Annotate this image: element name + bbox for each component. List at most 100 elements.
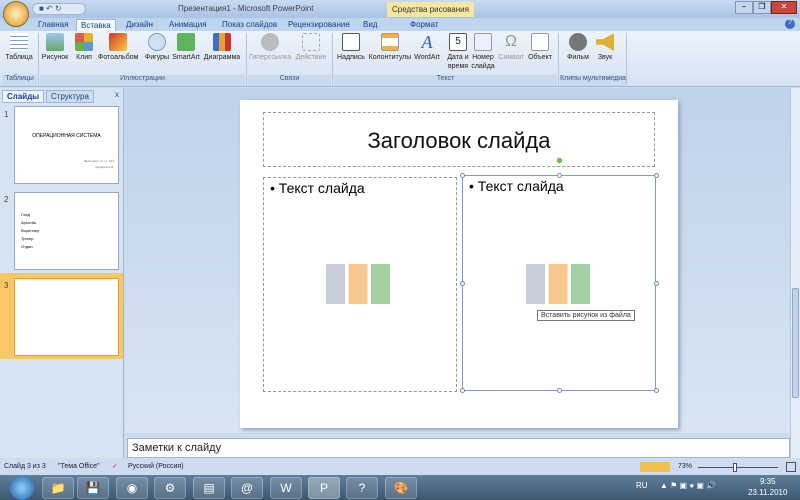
symbol-button[interactable]: Ω Символ [497, 33, 525, 62]
language[interactable]: Русский (Россия) [128, 463, 184, 470]
chrome-icon[interactable]: ◉ [116, 477, 148, 499]
clip-button[interactable]: Клип [73, 33, 95, 62]
close-panel-button[interactable]: x [115, 90, 119, 99]
zoom-slider-thumb[interactable] [733, 463, 737, 472]
chart-button[interactable]: Диаграмма [202, 33, 242, 62]
close-button[interactable]: ✕ [771, 1, 797, 14]
app-icon[interactable]: ⚙ [154, 477, 186, 499]
speaker-icon [596, 33, 614, 51]
mail-icon[interactable]: @ [231, 477, 263, 499]
label: WordArt [414, 54, 440, 61]
window-title: Презентация1 - Microsoft PowerPoint [178, 4, 314, 13]
object-button[interactable]: Объект [526, 33, 554, 62]
clock-date[interactable]: 23.11.2010 [748, 488, 787, 497]
language-indicator[interactable]: RU [636, 481, 648, 490]
office-button[interactable] [3, 1, 29, 27]
slide-thumbnail-1[interactable]: ОПЕРАЦИОННАЯ СИСТЕМА Выполнил: ст. гр. 1… [14, 106, 119, 184]
title-placeholder[interactable]: Заголовок слайда [263, 112, 655, 167]
powerpoint-icon[interactable]: P [308, 477, 340, 499]
tab-design[interactable]: Дизайн [122, 19, 157, 30]
left-text: • Текст слайда [270, 180, 365, 196]
theme-name: "Тема Office" [58, 463, 100, 470]
rotate-handle[interactable] [557, 158, 562, 163]
content-insert-icons[interactable] [526, 264, 590, 304]
scroll-thumb[interactable] [792, 288, 799, 398]
paint-icon[interactable]: 🎨 [385, 477, 417, 499]
table-button[interactable]: Таблица [4, 33, 34, 62]
fit-window-button[interactable] [786, 462, 796, 472]
date-time-button[interactable]: 5 Дата и время [445, 33, 471, 71]
header-footer-button[interactable]: Колонтитулы [368, 33, 412, 62]
bullet: Трогер [21, 236, 34, 241]
view-buttons[interactable] [640, 462, 670, 472]
vertical-scrollbar[interactable] [790, 88, 800, 458]
left-text-label: Текст слайда [278, 180, 365, 196]
zoom-slider[interactable] [698, 467, 778, 468]
status-bar: Слайд 3 из 3 "Тема Office" ✓ Русский (Ро… [0, 460, 800, 475]
minimize-button[interactable]: – [735, 1, 753, 14]
word-icon[interactable]: W [270, 477, 302, 499]
title-bar: ■ ↶ ↻ Презентация1 - Microsoft PowerPoin… [0, 0, 800, 27]
thumb-title: ОПЕРАЦИОННАЯ СИСТЕМА [32, 133, 101, 139]
thumb-subtitle: Выполнил: ст. гр. 107 [84, 159, 114, 163]
textbox-button[interactable]: Надпись [336, 33, 366, 62]
tab-animation[interactable]: Анимация [165, 19, 211, 30]
action-icon [302, 33, 320, 51]
label: Клип [76, 54, 92, 61]
picture-icon [46, 33, 64, 51]
wordart-button[interactable]: A WordArt [413, 33, 441, 62]
quick-access-toolbar[interactable]: ■ ↶ ↻ [32, 3, 86, 15]
maximize-button[interactable]: ❐ [753, 1, 771, 14]
tab-slideshow[interactable]: Показ слайдов [218, 19, 281, 30]
tray-icons[interactable]: ▲ ⚑ ▣ ● ▣ 🔊 [660, 481, 716, 490]
group-text: Текст [334, 75, 557, 86]
ribbon: Таблица Рисунок Клип Фотоальбом Фигуры S… [0, 31, 800, 87]
group-media: Клипы мультимедиа [560, 75, 626, 86]
action-button[interactable]: Действие [294, 33, 328, 62]
sound-button[interactable]: Звук [594, 33, 616, 62]
chart-icon [213, 33, 231, 51]
help-icon[interactable]: ? [785, 19, 795, 29]
slide-number: 3 [4, 281, 9, 290]
group-links: Связи [248, 75, 331, 86]
help-app-icon[interactable]: ? [346, 477, 378, 499]
table-icon [10, 33, 28, 51]
slide-number-button[interactable]: Номер слайда [471, 33, 495, 71]
smartart-button[interactable]: SmartArt [171, 33, 201, 62]
start-button[interactable] [10, 476, 34, 500]
slide-thumbnail-3[interactable] [14, 278, 119, 356]
tab-format[interactable]: Формат [406, 19, 442, 30]
shapes-icon [148, 33, 166, 51]
thumb-subtitle: Сидоров А.Д. [95, 165, 114, 169]
tab-view[interactable]: Вид [359, 19, 381, 30]
explorer-icon[interactable]: 📁 [42, 477, 74, 499]
hyperlink-button[interactable]: Гиперссылка [249, 33, 291, 62]
photo-album-button[interactable]: Фотоальбом [98, 33, 138, 62]
header-footer-icon [381, 33, 399, 51]
shapes-button[interactable]: Фигуры [143, 33, 171, 62]
wordart-icon: A [421, 32, 433, 52]
spellcheck-icon[interactable]: ✓ [112, 462, 118, 470]
slide-thumbnail-2[interactable]: Глад Apxoт6ь Buреллер Трогер Отдан [14, 192, 119, 270]
film-reel-icon [569, 33, 587, 51]
notes-field[interactable]: Заметки к слайду [127, 438, 790, 458]
zoom-level[interactable]: 73% [678, 463, 692, 470]
thumb-bullets: Глад Apxoт6ь Buреллер Трогер Отдан [21, 211, 39, 251]
label: Номер слайда [471, 54, 495, 70]
winrar-icon[interactable]: ▤ [193, 477, 225, 499]
slide-number: 2 [4, 195, 9, 204]
right-content-placeholder[interactable]: • Текст слайда [460, 158, 659, 393]
tab-slides[interactable]: Слайды [2, 90, 45, 103]
label: Звук [597, 54, 613, 61]
slide-canvas: Заголовок слайда • Текст слайда • Текст … [240, 100, 678, 428]
textbox-icon [342, 33, 360, 51]
clock-time[interactable]: 9:35 [760, 477, 776, 486]
tab-outline[interactable]: Структура [46, 90, 94, 103]
tab-home[interactable]: Главная [34, 19, 72, 30]
content-insert-icons[interactable] [326, 264, 390, 304]
picture-button[interactable]: Рисунок [40, 33, 70, 62]
tab-review[interactable]: Рецензирование [284, 19, 354, 30]
movie-button[interactable]: Фильм [566, 33, 590, 62]
left-content-placeholder[interactable]: • Текст слайда [263, 177, 457, 392]
save-app-icon[interactable]: 💾 [77, 477, 109, 499]
